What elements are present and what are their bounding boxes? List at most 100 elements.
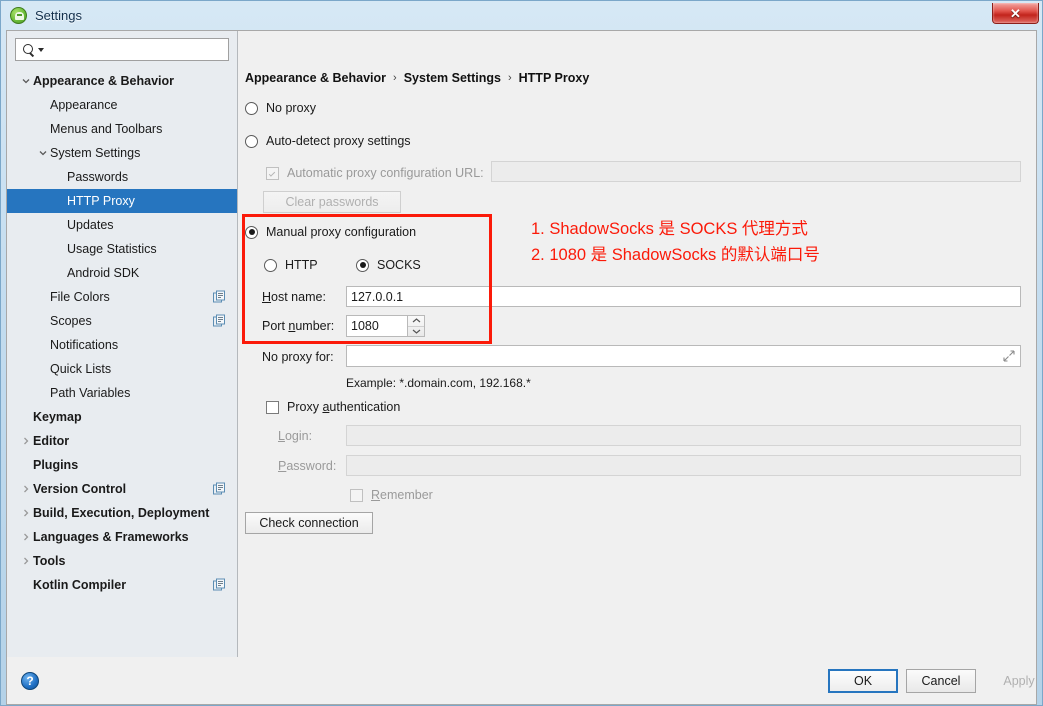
chevron-down-icon	[39, 151, 47, 156]
copy-icon[interactable]	[213, 578, 226, 592]
breadcrumb-item-1[interactable]: System Settings	[404, 71, 501, 85]
sidebar-item-menus-and-toolbars[interactable]: Menus and Toolbars	[7, 117, 237, 141]
tree-toggle-arrow[interactable]	[19, 549, 33, 573]
sidebar-item-tools[interactable]: Tools	[7, 549, 237, 573]
breadcrumb-item-0[interactable]: Appearance & Behavior	[245, 71, 386, 85]
password-label-rest: assword:	[286, 459, 337, 473]
tree-arrow-placeholder	[19, 573, 33, 597]
dialog-body: Appearance & Behavior Appearance Menus and…	[6, 30, 1037, 705]
copy-icon[interactable]	[213, 290, 226, 304]
host-name-input[interactable]: 127.0.0.1	[346, 286, 1021, 307]
sidebar-item-label: Build, Execution, Deployment	[33, 506, 210, 520]
sidebar-item-notifications[interactable]: Notifications	[7, 333, 237, 357]
checkbox-remember: Remember	[350, 488, 433, 502]
sidebar-item-http-proxy[interactable]: HTTP Proxy	[7, 189, 237, 213]
chevron-right-icon	[24, 509, 29, 517]
remember-mnemonic: R	[371, 488, 381, 502]
close-button[interactable]: ✕	[992, 3, 1039, 24]
radio-no-proxy[interactable]: No proxy	[245, 101, 316, 115]
sidebar-item-label: Notifications	[50, 338, 119, 352]
sidebar-item-appearance-behavior[interactable]: Appearance & Behavior	[7, 69, 237, 93]
window-title: Settings	[35, 8, 82, 23]
sidebar-item-appearance[interactable]: Appearance	[7, 93, 237, 117]
tree-arrow-placeholder	[53, 165, 67, 189]
chevron-right-icon	[24, 557, 29, 565]
sidebar-item-label: Plugins	[33, 458, 79, 472]
copy-icon[interactable]	[213, 482, 226, 496]
settings-sidebar: Appearance & Behavior Appearance Menus and…	[7, 31, 238, 657]
sidebar-item-path-variables[interactable]: Path Variables	[7, 381, 237, 405]
help-icon[interactable]: ?	[21, 671, 39, 690]
sidebar-item-editor[interactable]: Editor	[7, 429, 237, 453]
stepper-up-button[interactable]	[408, 316, 424, 327]
sidebar-item-label: Path Variables	[50, 386, 131, 400]
checkbox-proxy-authentication[interactable]: Proxy authentication	[266, 400, 400, 414]
expand-arrows-icon[interactable]	[1003, 350, 1015, 362]
sidebar-item-scopes[interactable]: Scopes	[7, 309, 237, 333]
sidebar-item-label: Appearance & Behavior	[33, 74, 175, 88]
title-bar[interactable]: Settings ✕	[1, 1, 1042, 30]
search-input[interactable]	[44, 40, 228, 59]
sidebar-item-system-settings[interactable]: System Settings	[7, 141, 237, 165]
radio-socks[interactable]: SOCKS	[356, 258, 421, 272]
sidebar-item-plugins[interactable]: Plugins	[7, 453, 237, 477]
tree-toggle-arrow[interactable]	[36, 141, 50, 165]
sidebar-item-passwords[interactable]: Passwords	[7, 165, 237, 189]
sidebar-item-updates[interactable]: Updates	[7, 213, 237, 237]
radio-icon	[245, 101, 258, 115]
tree-toggle-arrow[interactable]	[19, 525, 33, 549]
checkbox-icon	[266, 166, 279, 180]
checkbox-automatic-proxy-url: Automatic proxy configuration URL:	[266, 166, 484, 180]
radio-http-label: HTTP	[285, 258, 318, 272]
tree-toggle-arrow[interactable]	[19, 501, 33, 525]
search-box[interactable]	[15, 38, 229, 61]
annotation-text: 1. ShadowSocks 是 SOCKS 代理方式 2. 1080 是 Sh…	[531, 216, 820, 268]
no-proxy-example-text: Example: *.domain.com, 192.168.*	[346, 376, 531, 390]
host-mnemonic: H	[262, 290, 272, 304]
port-number-value: 1080	[351, 319, 379, 333]
tree-arrow-placeholder	[53, 261, 67, 285]
stepper-down-button[interactable]	[408, 327, 424, 337]
tree-arrow-placeholder	[53, 213, 67, 237]
sidebar-item-keymap[interactable]: Keymap	[7, 405, 237, 429]
tree-arrow-placeholder	[36, 117, 50, 141]
check-connection-label: Check connection	[259, 516, 359, 530]
port-number-label: Port number:	[262, 319, 334, 333]
login-input	[346, 425, 1021, 446]
checkbox-icon	[350, 488, 363, 502]
sidebar-item-kotlin-compiler[interactable]: Kotlin Compiler	[7, 573, 237, 597]
copy-icon	[213, 290, 225, 303]
sidebar-item-label: Scopes	[50, 314, 92, 328]
sidebar-item-label: Languages & Frameworks	[33, 530, 189, 544]
sidebar-item-languages-frameworks[interactable]: Languages & Frameworks	[7, 525, 237, 549]
radio-http[interactable]: HTTP	[264, 258, 318, 272]
tree-arrow-placeholder	[36, 93, 50, 117]
radio-auto-detect-proxy[interactable]: Auto-detect proxy settings	[245, 134, 411, 148]
check-connection-button[interactable]: Check connection	[245, 512, 373, 534]
port-number-input[interactable]: 1080	[346, 315, 408, 337]
radio-manual-proxy-configuration[interactable]: Manual proxy configuration	[245, 225, 416, 239]
port-number-stepper[interactable]	[408, 315, 425, 337]
copy-icon[interactable]	[213, 314, 226, 328]
sidebar-item-android-sdk[interactable]: Android SDK	[7, 261, 237, 285]
sidebar-item-file-colors[interactable]: File Colors	[7, 285, 237, 309]
sidebar-item-build-execution-deployment[interactable]: Build, Execution, Deployment	[7, 501, 237, 525]
chevron-right-icon	[24, 533, 29, 541]
automatic-proxy-url-input	[491, 161, 1021, 182]
sidebar-item-label: Appearance	[50, 98, 118, 112]
chevron-down-icon	[22, 79, 30, 84]
tree-toggle-arrow[interactable]	[19, 477, 33, 501]
ok-button[interactable]: OK	[828, 668, 898, 693]
no-proxy-for-input[interactable]	[346, 345, 1021, 367]
sidebar-item-label: Quick Lists	[50, 362, 112, 376]
sidebar-item-usage-statistics[interactable]: Usage Statistics	[7, 237, 237, 261]
sidebar-item-label: Updates	[67, 218, 114, 232]
breadcrumb-item-2: HTTP Proxy	[518, 71, 590, 85]
tree-toggle-arrow[interactable]	[19, 429, 33, 453]
cancel-button[interactable]: Cancel	[906, 668, 976, 693]
automatic-proxy-url-label: Automatic proxy configuration URL:	[287, 166, 484, 180]
tree-toggle-arrow[interactable]	[19, 69, 33, 93]
sidebar-item-quick-lists[interactable]: Quick Lists	[7, 357, 237, 381]
password-input	[346, 455, 1021, 476]
sidebar-item-version-control[interactable]: Version Control	[7, 477, 237, 501]
